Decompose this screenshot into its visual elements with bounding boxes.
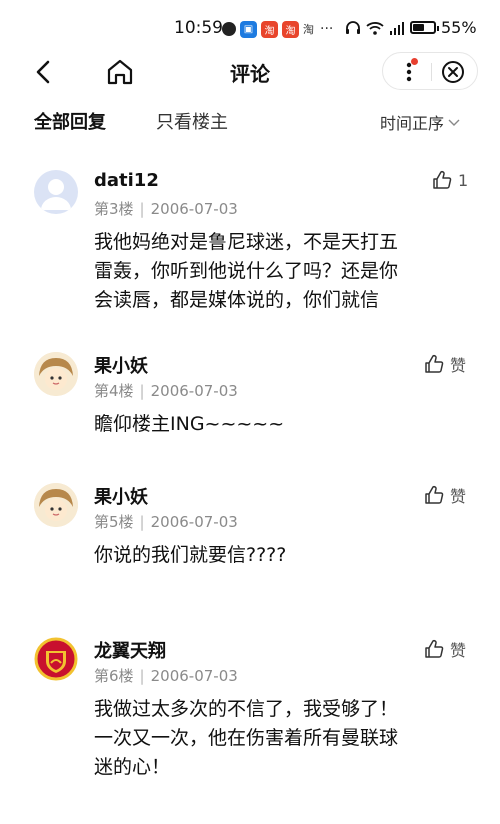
thumbs-up-icon	[425, 354, 444, 373]
meta-separator: |	[139, 513, 145, 531]
more-notifications-icon: ···	[320, 21, 334, 37]
comment-meta: 第6楼 | 2006-07-03	[94, 665, 238, 686]
comment-meta: 第3楼 | 2006-07-03	[94, 198, 238, 219]
wifi-icon	[366, 21, 384, 35]
comment-line: 迷的心！	[94, 756, 171, 778]
unread-dot	[411, 58, 418, 65]
floor-number: 第4楼	[94, 382, 134, 400]
taobao-notification-icon: 淘	[261, 20, 278, 38]
reply-filter-tabs: 全部回复 只看楼主 时间正序	[0, 108, 500, 138]
comment-text: 你说的我们就要信????	[94, 541, 464, 570]
like-count: 1	[458, 170, 469, 190]
comment-line: 瞻仰楼主ING~~~~~	[94, 413, 285, 435]
thumbs-up-icon	[425, 485, 444, 504]
thumbs-up-icon	[433, 170, 452, 189]
like-label: 赞	[450, 487, 467, 506]
avatar[interactable]	[34, 352, 78, 396]
username[interactable]: dati12	[94, 170, 159, 191]
floor-number: 第6楼	[94, 667, 134, 685]
like-button[interactable]: 赞	[424, 483, 466, 507]
like-button[interactable]: 1	[432, 170, 468, 190]
avatar[interactable]	[34, 170, 78, 214]
battery-icon	[410, 21, 439, 34]
tab-owner-only[interactable]: 只看楼主	[156, 108, 228, 134]
comment-text: 瞻仰楼主ING~~~~~	[94, 410, 464, 439]
sort-selector[interactable]: 时间正序	[380, 110, 460, 134]
comment-line: 我他妈绝对是鲁尼球迷，不是天打五	[94, 231, 399, 253]
headphones-icon	[346, 20, 360, 34]
cartoon-girl-avatar-icon	[34, 483, 78, 527]
like-label: 赞	[450, 356, 467, 375]
tab-all-replies[interactable]: 全部回复	[34, 108, 106, 134]
comment-line: 雷轰，你听到他说什么了吗？还是你	[94, 260, 399, 282]
comment-date: 2006-07-03	[150, 513, 238, 531]
cartoon-girl-avatar-icon	[34, 352, 78, 396]
app-notification-icon: ▣	[240, 20, 257, 38]
comment-meta: 第5楼 | 2006-07-03	[94, 511, 238, 532]
comment-line: 会读唇，都是媒体说的，你们就信	[94, 289, 380, 311]
comment-line: 我做过太多次的不信了，我受够了！	[94, 698, 399, 720]
like-button[interactable]: 赞	[424, 352, 466, 376]
meta-separator: |	[139, 200, 145, 218]
floor-number: 第5楼	[94, 513, 134, 531]
taobao-notification-icon-2: 淘	[282, 20, 299, 38]
club-crest-avatar-icon	[34, 637, 78, 681]
taobao-text-icon: 淘	[303, 23, 314, 36]
close-icon[interactable]	[441, 60, 465, 84]
like-label: 赞	[450, 641, 467, 660]
notification-icons: ▣ 淘 淘 淘 ···	[222, 20, 333, 38]
username[interactable]: 龙翼天翔	[94, 637, 166, 663]
comment-date: 2006-07-03	[150, 200, 238, 218]
mini-program-capsule	[382, 52, 478, 90]
avatar[interactable]	[34, 637, 78, 681]
status-time: 10:59	[174, 18, 223, 38]
username[interactable]: 果小妖	[94, 483, 148, 509]
avatar[interactable]	[34, 483, 78, 527]
sort-label: 时间正序	[380, 114, 445, 133]
like-button[interactable]: 赞	[424, 637, 466, 661]
thumbs-up-icon	[425, 639, 444, 658]
capsule-divider	[431, 63, 432, 81]
comment-line: 一次又一次，他在伤害着所有曼联球	[94, 727, 399, 749]
system-icons: 55%	[345, 18, 477, 37]
chevron-down-icon	[448, 119, 460, 126]
meta-separator: |	[139, 667, 145, 685]
comment-meta: 第4楼 | 2006-07-03	[94, 380, 238, 401]
page-header: 评论	[0, 52, 500, 94]
comment-text: 我他妈绝对是鲁尼球迷，不是天打五 雷轰，你听到他说什么了吗？还是你 会读唇，都是…	[94, 228, 464, 315]
comment-date: 2006-07-03	[150, 382, 238, 400]
meta-separator: |	[139, 382, 145, 400]
comment-line: 你说的我们就要信????	[94, 544, 287, 566]
battery-level: 55%	[441, 18, 477, 37]
comment-text: 我做过太多次的不信了，我受够了！ 一次又一次，他在伤害着所有曼联球 迷的心！	[94, 695, 464, 782]
floor-number: 第3楼	[94, 200, 134, 218]
default-avatar-icon	[41, 179, 71, 210]
chat-notification-icon	[222, 22, 236, 36]
username[interactable]: 果小妖	[94, 352, 148, 378]
signal-icon	[390, 21, 404, 35]
status-bar: 10:59 ▣ 淘 淘 淘 ··· 55%	[0, 0, 500, 52]
comment-date: 2006-07-03	[150, 667, 238, 685]
